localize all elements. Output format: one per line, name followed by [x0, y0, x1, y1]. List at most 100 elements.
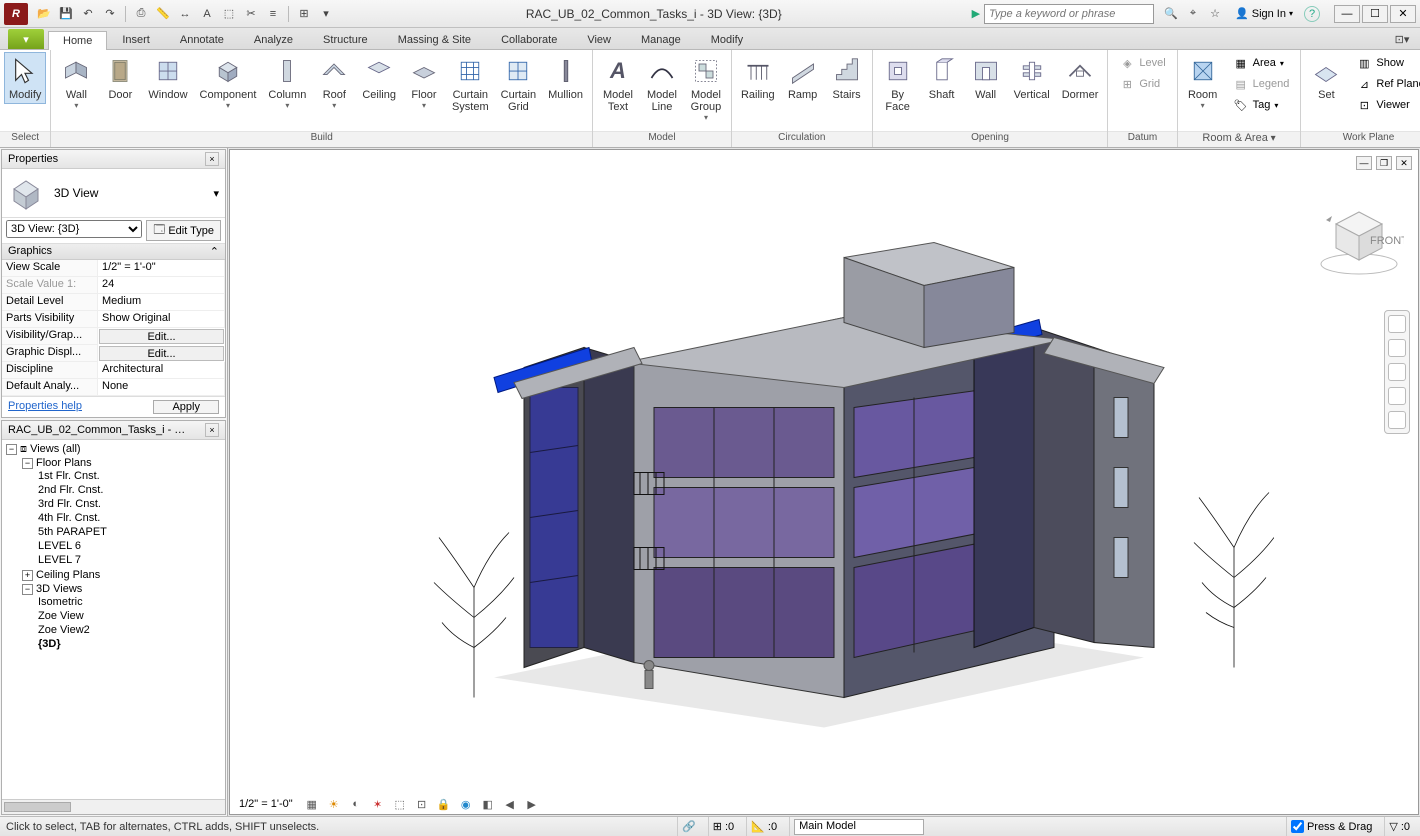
ceiling-button[interactable]: Ceiling [357, 52, 401, 104]
refplane-button[interactable]: ⊿Ref Plane [1351, 74, 1420, 94]
star-icon[interactable]: ☆ [1206, 4, 1224, 24]
shadows-icon[interactable]: ◐ [348, 796, 364, 812]
print-icon[interactable]: ⎙ [131, 4, 151, 24]
edit-type-button[interactable]: 🗔Edit Type [146, 220, 221, 241]
help-icon[interactable]: ? [1304, 6, 1320, 22]
vertical-button[interactable]: Vertical [1009, 52, 1055, 104]
instance-selector[interactable]: 3D View: {3D} [6, 220, 142, 238]
model-graphics-icon[interactable]: ▦ [304, 796, 320, 812]
collapse-icon[interactable]: − [22, 458, 33, 469]
viewport-3d[interactable]: — ❐ ✕ FRONT [229, 149, 1419, 815]
ramp-button[interactable]: Ramp [782, 52, 824, 104]
tree-item[interactable]: Isometric [38, 595, 223, 609]
render-icon[interactable]: ✶ [370, 796, 386, 812]
lock-icon[interactable]: 🔒 [436, 796, 452, 812]
measure-icon[interactable]: 📏 [153, 4, 173, 24]
reveal-icon[interactable]: ◧ [480, 796, 496, 812]
prop-value[interactable]: Edit... [99, 346, 224, 361]
tab-massing[interactable]: Massing & Site [383, 30, 486, 49]
floor-button[interactable]: Floor▾ [403, 52, 445, 113]
byface-button[interactable]: By Face [877, 52, 919, 116]
switch-windows-icon[interactable]: ▾ [316, 4, 336, 24]
category-header[interactable]: Graphics⌃ [2, 244, 225, 260]
curtain-system-button[interactable]: Curtain System [447, 52, 494, 116]
properties-help-link[interactable]: Properties help [8, 400, 82, 414]
curtain-grid-button[interactable]: Curtain Grid [496, 52, 541, 116]
filter-icon[interactable]: ▽:0 [1384, 817, 1414, 836]
door-button[interactable]: Door [99, 52, 141, 104]
project-browser-tree[interactable]: −⧈ Views (all) −Floor Plans 1st Flr. Cns… [2, 440, 225, 799]
close-button[interactable]: ✕ [1390, 5, 1416, 23]
open-icon[interactable]: 📂 [34, 4, 54, 24]
worksets-icon[interactable]: 🔗 [677, 817, 700, 836]
app-menu-button[interactable]: ▾ [8, 29, 44, 49]
model-line-button[interactable]: Model Line [641, 52, 683, 116]
design-options-icon[interactable]: 📐 :0 [746, 817, 781, 836]
room-button[interactable]: Room▾ [1182, 52, 1224, 113]
tab-structure[interactable]: Structure [308, 30, 383, 49]
tree-floor-plans[interactable]: Floor Plans [36, 457, 92, 469]
save-icon[interactable]: 💾 [56, 4, 76, 24]
tree-item[interactable]: 3rd Flr. Cnst. [38, 497, 223, 511]
grid-button[interactable]: ⊞Grid [1114, 74, 1170, 94]
main-model-selector[interactable]: Main Model [794, 819, 924, 835]
wall-button[interactable]: Wall▾ [55, 52, 97, 113]
section-icon[interactable]: ✂ [241, 4, 261, 24]
tree-item[interactable]: LEVEL 6 [38, 539, 223, 553]
viewcube[interactable]: FRONT [1314, 190, 1404, 283]
column-button[interactable]: Column▾ [263, 52, 311, 113]
tree-3d-views[interactable]: 3D Views [36, 583, 82, 595]
prop-value[interactable]: 1/2" = 1'-0" [98, 260, 225, 277]
view-minimize-icon[interactable]: — [1356, 156, 1372, 170]
tree-item[interactable]: 2nd Flr. Cnst. [38, 483, 223, 497]
lookaround-icon[interactable] [1388, 411, 1406, 429]
tag-button[interactable]: 🏷Tag▾ [1228, 95, 1295, 115]
close-hidden-icon[interactable]: ⊞ [294, 4, 314, 24]
properties-close-icon[interactable]: × [205, 152, 219, 166]
window-button[interactable]: Window [143, 52, 192, 104]
pan-icon[interactable] [1388, 339, 1406, 357]
text-icon[interactable]: A [197, 4, 217, 24]
set-button[interactable]: Set [1305, 52, 1347, 104]
steering-wheel-icon[interactable] [1388, 315, 1406, 333]
browser-scrollbar[interactable] [2, 799, 225, 814]
undo-icon[interactable]: ↶ [78, 4, 98, 24]
zoom-icon[interactable] [1388, 363, 1406, 381]
orbit-icon[interactable] [1388, 387, 1406, 405]
minimize-button[interactable]: — [1334, 5, 1360, 23]
collapse-icon[interactable]: − [22, 584, 33, 595]
group-label-room[interactable]: Room & Area ▾ [1178, 131, 1301, 147]
chevron-down-icon[interactable]: ▾ [213, 187, 219, 200]
tab-view[interactable]: View [572, 30, 626, 49]
view-close-icon[interactable]: ✕ [1396, 156, 1412, 170]
temp-hide-icon[interactable]: ◉ [458, 796, 474, 812]
tree-ceiling-plans[interactable]: Ceiling Plans [36, 569, 100, 581]
tab-modify[interactable]: Modify [696, 30, 758, 49]
prop-value[interactable]: Medium [98, 294, 225, 311]
dormer-button[interactable]: Dormer [1057, 52, 1104, 104]
key-icon[interactable]: ⌖ [1184, 4, 1202, 24]
browser-close-icon[interactable]: × [205, 423, 219, 437]
tab-analyze[interactable]: Analyze [239, 30, 308, 49]
maximize-button[interactable]: ☐ [1362, 5, 1388, 23]
tab-home[interactable]: Home [48, 31, 107, 50]
model-group-button[interactable]: Model Group▾ [685, 52, 727, 125]
model-text-button[interactable]: AModel Text [597, 52, 639, 116]
tab-annotate[interactable]: Annotate [165, 30, 239, 49]
stairs-button[interactable]: Stairs [826, 52, 868, 104]
crop-visible-icon[interactable]: ⊡ [414, 796, 430, 812]
press-drag-toggle[interactable]: Press & Drag [1286, 817, 1376, 836]
thin-lines-icon[interactable]: ≡ [263, 4, 283, 24]
binoculars-icon[interactable]: 🔍 [1162, 4, 1180, 24]
show-button[interactable]: ▥Show [1351, 53, 1420, 73]
dimension-icon[interactable]: ↔ [175, 4, 195, 24]
tree-item[interactable]: LEVEL 7 [38, 553, 223, 567]
mullion-button[interactable]: Mullion [543, 52, 588, 104]
apply-button[interactable]: Apply [153, 400, 219, 414]
search-play-icon[interactable]: ▶ [972, 7, 980, 20]
expand-icon[interactable]: + [22, 570, 33, 581]
viewer-button[interactable]: ⊡Viewer [1351, 95, 1420, 115]
roof-button[interactable]: Roof▾ [313, 52, 355, 113]
tree-item[interactable]: Zoe View [38, 609, 223, 623]
nav-next-icon[interactable]: ▶ [524, 796, 540, 812]
